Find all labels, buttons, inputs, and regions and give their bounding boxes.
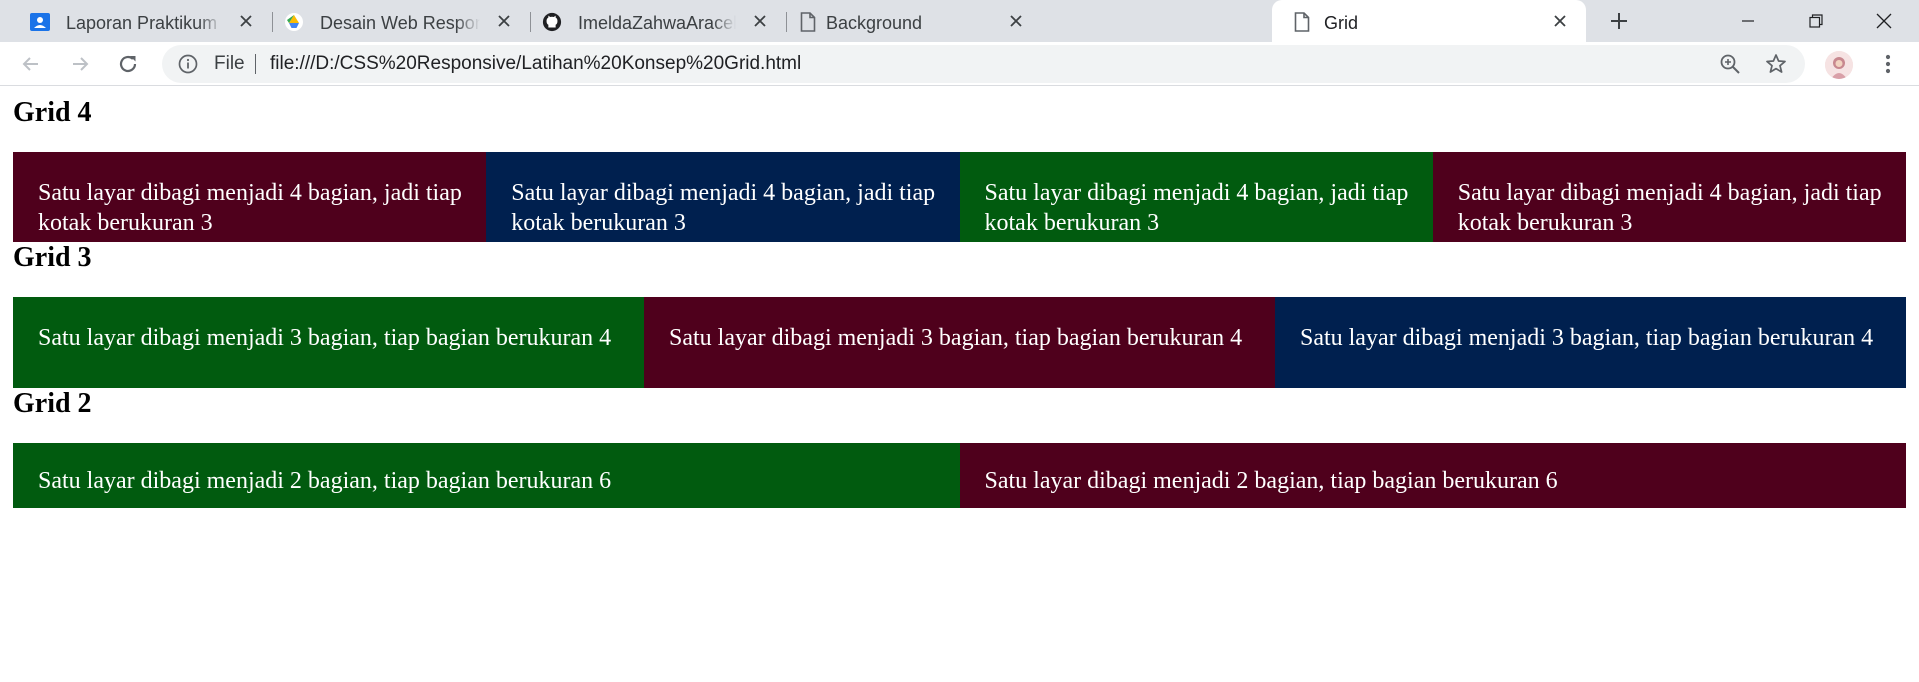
security-label: File	[214, 53, 245, 74]
tab-background[interactable]: Background	[786, 0, 1042, 42]
arrow-left-icon	[22, 57, 38, 71]
tab-title: Background	[826, 13, 923, 33]
close-icon[interactable]	[236, 11, 256, 31]
back-button[interactable]	[18, 51, 44, 77]
file-icon	[798, 12, 818, 32]
browser-toolbar: File file:///D:/CSS%20Responsive/Latihan…	[0, 42, 1919, 86]
grid-cell: Satu layar dibagi menjadi 4 bagian, jadi…	[959, 152, 1433, 242]
url-text[interactable]: file:///D:/CSS%20Responsive/Latihan%20Ko…	[270, 54, 801, 74]
profile-avatar[interactable]	[1825, 51, 1853, 79]
minimize-button[interactable]	[1720, 0, 1776, 42]
tab-title: ImeldaZahwaAracella27rpl/	[578, 13, 736, 33]
reload-icon	[119, 55, 137, 73]
grid-cell: Satu layar dibagi menjadi 3 bagian, tiap…	[643, 297, 1275, 388]
grid-cell: Satu layar dibagi menjadi 2 bagian, tiap…	[13, 443, 960, 508]
classroom-icon	[30, 12, 50, 32]
tab-title: Laporan Praktikum Responsif	[66, 13, 222, 33]
grid-row-4: Satu layar dibagi menjadi 4 bagian, jadi…	[13, 152, 1906, 242]
more-vertical-icon	[1885, 54, 1891, 74]
tab-title: Grid	[1324, 13, 1359, 33]
grid-cell: Satu layar dibagi menjadi 3 bagian, tiap…	[13, 297, 644, 388]
section-heading-grid-3: Grid 3	[13, 242, 92, 273]
zoom-icon[interactable]	[1719, 53, 1741, 75]
tab-laporan[interactable]: Laporan Praktikum Responsif	[0, 0, 272, 42]
grid-cell: Satu layar dibagi menjadi 2 bagian, tiap…	[959, 443, 1906, 508]
grid-cell: Satu layar dibagi menjadi 4 bagian, jadi…	[1432, 152, 1906, 242]
grid-row-3: Satu layar dibagi menjadi 3 bagian, tiap…	[13, 297, 1906, 388]
tab-grid[interactable]: Grid	[1272, 0, 1586, 42]
close-icon[interactable]	[1006, 11, 1026, 31]
grid-cell: Satu layar dibagi menjadi 4 bagian, jadi…	[486, 152, 960, 242]
close-icon[interactable]	[494, 11, 514, 31]
github-icon	[542, 12, 562, 32]
bookmark-star-icon[interactable]	[1765, 53, 1787, 75]
menu-button[interactable]	[1875, 51, 1901, 77]
tab-github[interactable]: ImeldaZahwaAracella27rpl/	[530, 0, 786, 42]
tab-strip: Laporan Praktikum Responsif Desain Web R…	[0, 0, 1919, 42]
close-window-button[interactable]	[1856, 0, 1912, 42]
grid-cell: Satu layar dibagi menjadi 4 bagian, jadi…	[13, 152, 487, 242]
info-icon[interactable]	[178, 54, 198, 74]
forward-button[interactable]	[67, 51, 93, 77]
close-icon[interactable]	[1550, 11, 1570, 31]
tab-title: Desain Web Responsif | Pe	[320, 13, 480, 33]
grid-cell: Satu layar dibagi menjadi 3 bagian, tiap…	[1274, 297, 1906, 388]
google-drive-icon	[284, 12, 304, 32]
close-icon	[1876, 13, 1892, 29]
reload-button[interactable]	[115, 51, 141, 77]
minimize-icon	[1742, 20, 1754, 22]
file-icon	[1292, 12, 1312, 32]
plus-icon	[1611, 13, 1627, 29]
page-content: Grid 4 Satu layar dibagi menjadi 4 bagia…	[0, 87, 1919, 682]
new-tab-button[interactable]	[1606, 8, 1632, 34]
grid-row-2: Satu layar dibagi menjadi 2 bagian, tiap…	[13, 443, 1906, 508]
address-divider	[255, 54, 256, 74]
restore-icon	[1809, 14, 1823, 28]
arrow-right-icon	[73, 57, 89, 71]
restore-button[interactable]	[1788, 0, 1844, 42]
section-heading-grid-2: Grid 2	[13, 388, 92, 419]
section-heading-grid-4: Grid 4	[13, 97, 92, 128]
address-bar[interactable]: File file:///D:/CSS%20Responsive/Latihan…	[162, 45, 1805, 83]
tab-desain-web[interactable]: Desain Web Responsif | Pe	[272, 0, 530, 42]
close-icon[interactable]	[750, 11, 770, 31]
